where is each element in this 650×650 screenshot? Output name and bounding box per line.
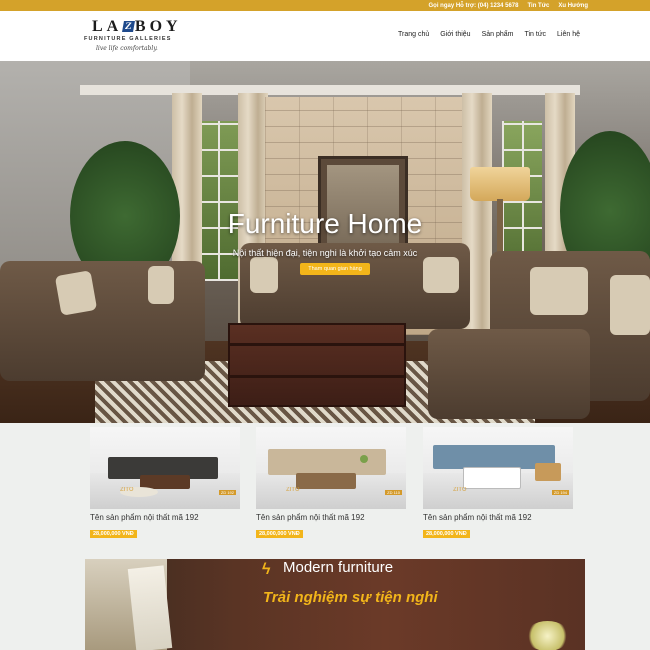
product-sofa: [268, 449, 386, 475]
nav-item-home[interactable]: Trang chủ: [398, 31, 429, 38]
product-table: [296, 473, 356, 489]
news-link[interactable]: Tin Tức: [527, 3, 549, 9]
hero-ottoman: [428, 329, 590, 419]
product-list: ZITO ZD 192 Tên sản phẩm nội thất mã 192…: [0, 423, 650, 559]
site-header: LA Z BOY FURNITURE GALLERIES live life com…: [0, 11, 650, 61]
lightning-icon: ϟ: [262, 561, 271, 578]
logo-word-right: BOY: [134, 18, 182, 35]
hero-cushion: [54, 270, 98, 316]
product-tag: ZD 110: [385, 490, 402, 495]
trend-link[interactable]: Xu Hướng: [558, 3, 588, 9]
banner-title: Modern furniture: [283, 559, 394, 576]
product-name[interactable]: Tên sản phẩm nội thất mã 192: [90, 513, 240, 522]
hero-title: Furniture Home: [227, 208, 423, 239]
hero-cushion: [148, 266, 174, 304]
nav-item-news[interactable]: Tin tức: [524, 31, 546, 38]
hero-cushion: [610, 275, 650, 335]
logo-tagline: live life comfortably.: [96, 45, 158, 52]
product-side-table: [535, 463, 561, 481]
hero-subtitle: Nội thất hiện đại, tiện nghi là khởi tạo…: [232, 248, 418, 258]
product-price: 28,000,000 VNĐ: [423, 530, 470, 538]
product-tag: ZD 194: [551, 490, 569, 495]
product-name[interactable]: Tên sản phẩm nội thất mã 192: [256, 513, 406, 522]
product-table: [463, 467, 521, 489]
product-card[interactable]: ZITO ZD 192 Tên sản phẩm nội thất mã 192…: [90, 427, 240, 540]
hero-floor-lamp: [470, 167, 530, 201]
top-bar-links: Gọi ngay Hỗ trợ: (04) 1234 5678 Tin Tức …: [429, 0, 588, 11]
promo-banner[interactable]: ϟ Modern furniture Trải nghiệm sự tiện n…: [85, 559, 585, 650]
product-brand: ZITO: [453, 487, 467, 493]
logo-subtitle: FURNITURE GALLERIES: [84, 36, 172, 42]
hero-cushion: [423, 257, 459, 293]
hero-banner: Furniture Home Nội thất hiện đại, tiện n…: [0, 61, 650, 423]
banner-tagline: Trải nghiệm sự tiện nghi: [263, 589, 438, 606]
product-plant: [360, 455, 368, 463]
main-nav: Trang chủ Giới thiệu Sản phẩm Tin tức Li…: [398, 31, 580, 38]
logo[interactable]: LA Z BOY FURNITURE GALLERIES live life com…: [84, 16, 194, 58]
logo-mark: Z: [122, 21, 135, 32]
product-card[interactable]: ZITO ZD 194 Tên sản phẩm nội thất mã 192…: [423, 427, 573, 540]
nav-item-products[interactable]: Sản phẩm: [482, 31, 514, 38]
nav-item-about[interactable]: Giới thiệu: [440, 31, 470, 38]
product-tag: ZD 192: [218, 490, 236, 495]
product-price: 28,000,000 VNĐ: [90, 530, 137, 538]
product-price: 28,000,000 VNĐ: [256, 530, 303, 538]
hero-sofa-left: [0, 261, 205, 381]
hero-cushion: [250, 257, 278, 293]
logo-word-left: LA: [92, 18, 123, 35]
nav-item-contact[interactable]: Liên hệ: [557, 31, 580, 38]
top-bar: Gọi ngay Hỗ trợ: (04) 1234 5678 Tin Tức …: [0, 0, 650, 11]
hero-cushion: [530, 267, 588, 315]
hotline-text: Gọi ngay Hỗ trợ: (04) 1234 5678: [428, 2, 519, 9]
product-brand: ZITO: [286, 487, 300, 493]
logo-wordmark: LA Z BOY: [92, 18, 182, 36]
hero-chest-table: [228, 323, 406, 407]
hero-molding: [80, 85, 580, 95]
product-image[interactable]: ZITO ZD 192: [90, 427, 240, 509]
banner-flower: [525, 621, 570, 650]
product-image[interactable]: ZITO ZD 110: [256, 427, 406, 509]
product-name[interactable]: Tên sản phẩm nội thất mã 192: [423, 513, 573, 522]
product-brand: ZITO: [120, 487, 134, 493]
product-card[interactable]: ZITO ZD 110 Tên sản phẩm nội thất mã 192…: [256, 427, 406, 540]
visit-store-button[interactable]: Tham quan gian hàng: [300, 263, 370, 275]
product-image[interactable]: ZITO ZD 194: [423, 427, 573, 509]
